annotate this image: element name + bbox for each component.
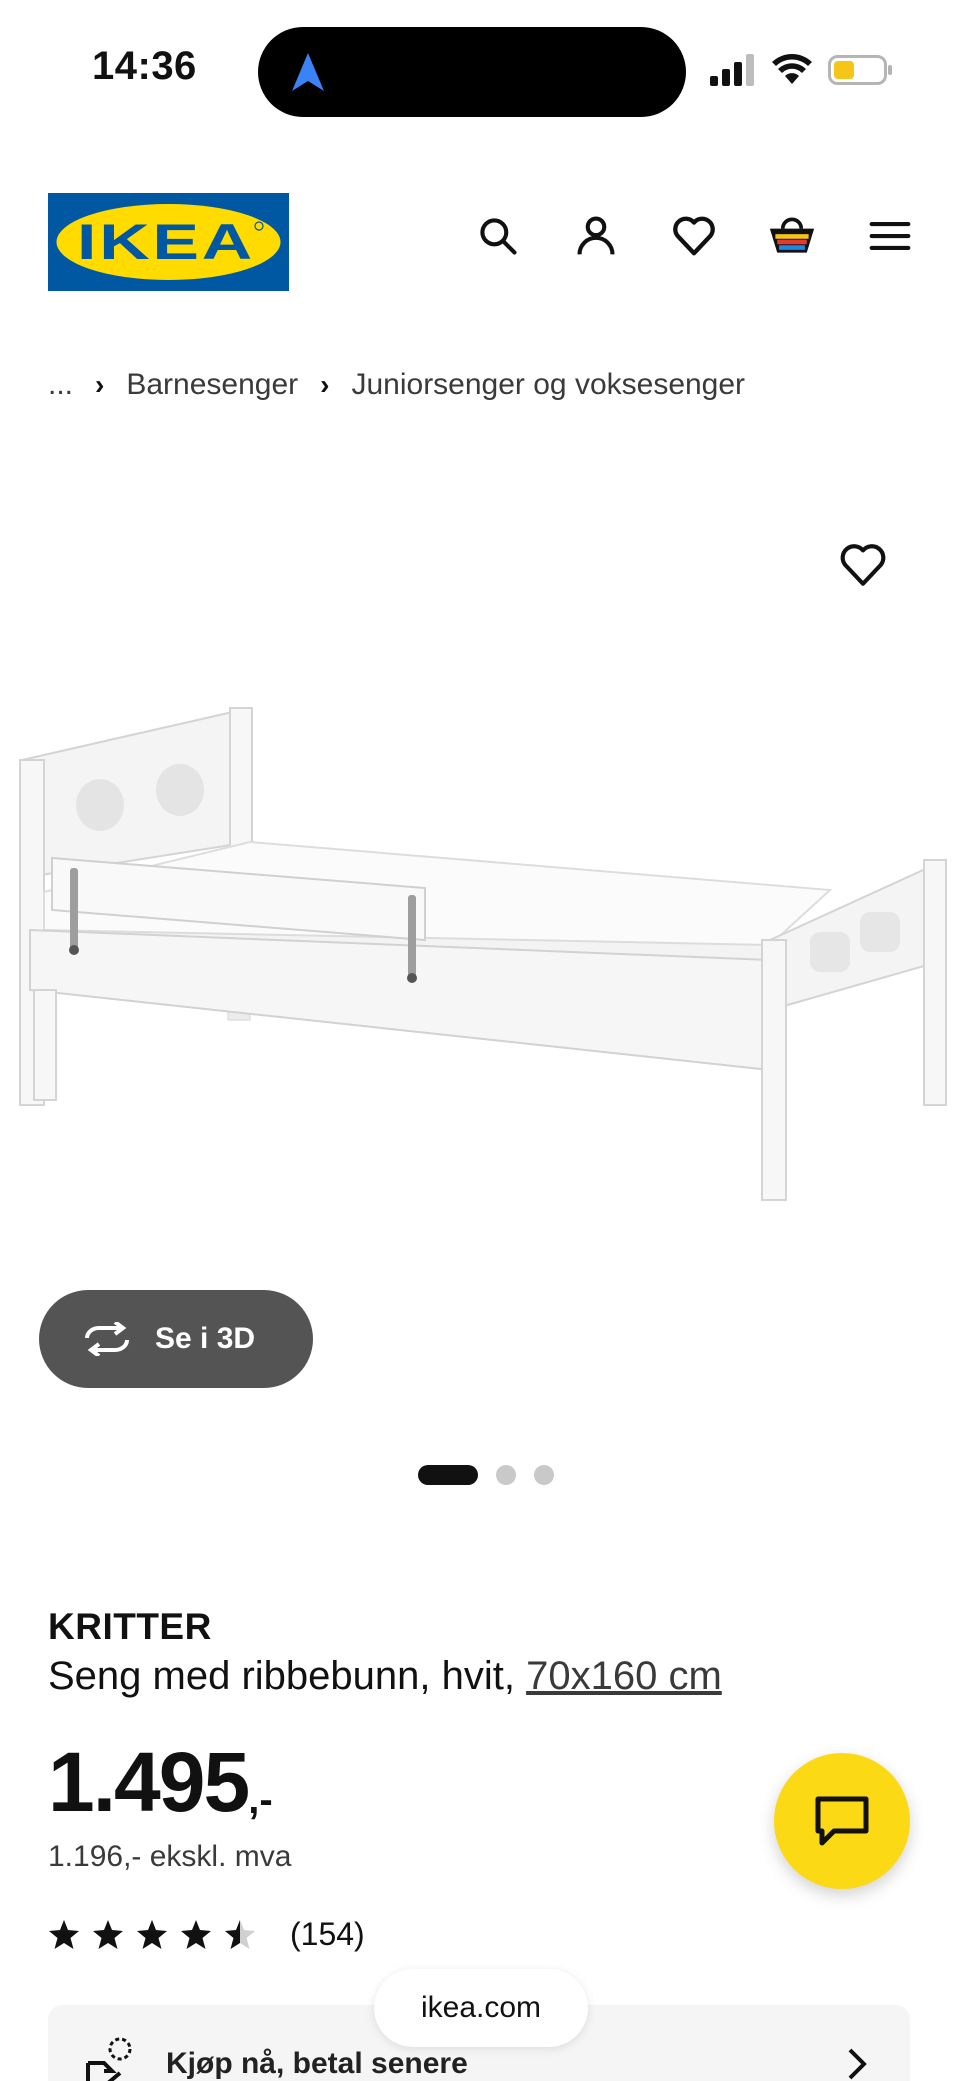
payment-icon — [86, 2037, 132, 2081]
battery-icon — [828, 55, 892, 85]
breadcrumb-item-juniorsenger[interactable]: Juniorsenger og voksesenger — [351, 368, 745, 402]
rotate-3d-icon — [85, 1322, 129, 1356]
product-rating[interactable]: (154) — [48, 1916, 365, 1953]
header-icons — [474, 212, 914, 260]
site-header: IKEA — [0, 190, 960, 291]
dynamic-island — [258, 27, 686, 117]
price-value: 1.495 — [48, 1735, 250, 1829]
view-3d-label: Se i 3D — [155, 1322, 256, 1355]
chevron-right-icon: › — [95, 369, 105, 400]
chevron-right-icon — [848, 2048, 867, 2080]
star-half-icon — [225, 1919, 255, 1949]
view-3d-button[interactable]: Se i 3D — [39, 1290, 313, 1388]
favorites-icon[interactable] — [670, 212, 718, 260]
product-name: KRITTER — [48, 1606, 212, 1647]
svg-text:IKEA: IKEA — [77, 214, 255, 270]
account-icon[interactable] — [572, 212, 620, 260]
breadcrumb-item-barnesenger[interactable]: Barnesenger — [126, 368, 298, 402]
price-excl-vat: 1.196,- ekskl. mva — [48, 1840, 292, 1873]
price-suffix: ,- — [248, 1778, 273, 1822]
review-count[interactable]: (154) — [290, 1916, 365, 1953]
search-icon[interactable] — [474, 212, 522, 260]
star-full-icon — [181, 1919, 211, 1949]
product-size-link[interactable]: 70x160 cm — [526, 1654, 722, 1698]
cellular-signal-icon — [710, 54, 754, 86]
star-full-icon — [137, 1919, 167, 1949]
product-price: 1.495 ,- — [48, 1740, 273, 1824]
cart-icon[interactable] — [768, 212, 816, 260]
star-full-icon — [49, 1919, 79, 1949]
browser-url-bar[interactable]: ikea.com — [374, 1969, 588, 2047]
status-time: 14:36 — [92, 44, 197, 88]
image-pager — [0, 1465, 960, 1485]
pager-dot-3[interactable] — [534, 1465, 554, 1485]
buy-now-label: Kjøp nå, betal senere — [166, 2047, 468, 2080]
ikea-logo[interactable]: IKEA — [48, 193, 289, 291]
pager-dot-1[interactable] — [418, 1465, 478, 1485]
browser-url: ikea.com — [420, 1991, 542, 2024]
product-description-text: Seng med ribbebunn, hvit, — [48, 1654, 527, 1698]
chat-icon — [815, 1796, 869, 1846]
breadcrumb: ... › Barnesenger › Juniorsenger og voks… — [48, 368, 745, 402]
wifi-icon — [772, 54, 812, 84]
product-description: Seng med ribbebunn, hvit, 70x160 cm — [48, 1654, 722, 1699]
status-bar: 14:36 — [0, 0, 960, 140]
status-icons — [710, 52, 894, 88]
breadcrumb-ellipsis[interactable]: ... — [48, 368, 73, 402]
chevron-right-icon: › — [320, 369, 330, 400]
star-full-icon — [93, 1919, 123, 1949]
add-to-favorites-icon[interactable] — [838, 540, 888, 590]
menu-icon[interactable] — [866, 212, 914, 260]
pager-dot-2[interactable] — [496, 1465, 516, 1485]
chat-button[interactable] — [774, 1753, 910, 1889]
product-image[interactable] — [0, 470, 960, 1290]
location-arrow-icon — [292, 53, 324, 91]
